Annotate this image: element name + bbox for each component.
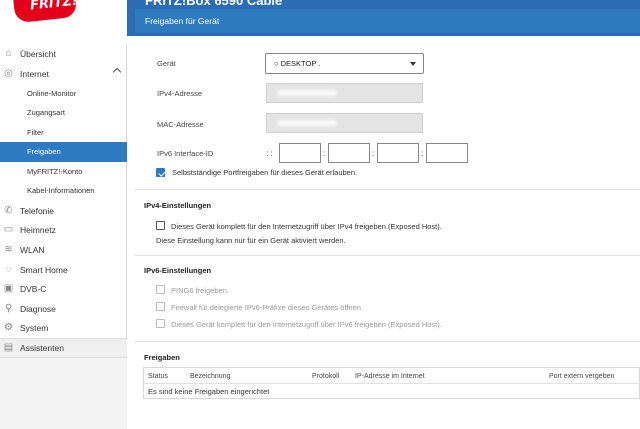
chevron-up-icon: [112, 67, 122, 77]
mac-label: MAC-Adresse: [157, 120, 204, 129]
freigaben-section-title: Freigaben: [144, 353, 180, 362]
sidebar-item-label: Telefonie: [20, 205, 55, 216]
sidebar-item-label: WLAN: [20, 244, 45, 255]
device-select[interactable]: ○ DESKTOP .: [265, 53, 424, 74]
ipv4-exposed-host-checkbox[interactable]: [156, 221, 165, 230]
sidebar-item-label: Internet: [20, 68, 49, 79]
col-header-port-extern: Port extern vergeben: [549, 373, 615, 380]
ipv4-exposed-host-label: Dieses Gerät komplett für den Internetzu…: [171, 222, 442, 231]
redacted-value: [277, 90, 337, 96]
ipv6-colon: :: [372, 149, 375, 158]
diagnose-icon: ⚲: [4, 303, 13, 315]
sidebar-item-freigaben[interactable]: Freigaben: [0, 142, 127, 162]
sidebar-item-dvb-c[interactable]: ▣ DVB-C: [0, 279, 127, 299]
sidebar-item-label: System: [20, 322, 49, 333]
ipv4-label: IPv4-Adresse: [157, 89, 203, 98]
ipv6-id-field-1[interactable]: [279, 143, 321, 163]
ipv6-exposed-host-checkbox[interactable]: [156, 319, 165, 328]
page-title: Freigaben für Gerät: [145, 16, 220, 26]
sidebar-item-myfritz-konto[interactable]: MyFRITZ!-Konto: [0, 162, 127, 182]
dropdown-arrow-icon: [410, 62, 416, 66]
redacted-value: [277, 120, 337, 126]
sidebar-item-internet[interactable]: ◎ Internet: [0, 64, 127, 84]
sidebar-item-label: Freigaben: [27, 147, 61, 157]
sidebar-item-diagnose[interactable]: ⚲ Diagnose: [0, 299, 127, 319]
gear-icon: ⚙: [4, 322, 13, 334]
sidebar-item-zugangsart[interactable]: Zugangsart: [0, 103, 127, 123]
ipv6-id-field-4[interactable]: [426, 143, 468, 163]
sidebar-footer: [0, 358, 127, 429]
ipv6-id-field-3[interactable]: [377, 143, 419, 163]
tv-icon: ▣: [3, 283, 14, 295]
logo-area: FRITZ!: [0, 0, 127, 36]
ipv6-prefix: : :: [266, 149, 273, 158]
sidebar-item-wlan[interactable]: ≋ WLAN: [0, 240, 127, 260]
mac-field: [266, 113, 423, 133]
ipv4-section-title: IPv4-Einstellungen: [144, 201, 212, 210]
empty-table-message: Es sind keine Freigaben eingerichtet: [148, 387, 270, 396]
sidebar-item-label: DVB-C: [20, 283, 47, 294]
network-icon: ▭: [3, 224, 14, 236]
sidebar-item-telefonie[interactable]: ✆ Telefonie: [0, 201, 127, 221]
sidebar-item-label: Kabel-Informationen: [27, 186, 95, 196]
sidebar-item-online-monitor[interactable]: Online-Monitor: [0, 84, 127, 104]
sidebar-item-label: Smart Home: [20, 264, 68, 275]
ipv6-colon: :: [421, 149, 424, 158]
divider: [135, 341, 640, 342]
ipv4-field: [266, 83, 423, 103]
ipv6-colon: :: [323, 149, 326, 158]
sidebar-item-kabel-informationen[interactable]: Kabel-Informationen: [0, 181, 127, 201]
sidebar-item-filter[interactable]: Filter: [0, 123, 127, 143]
col-header-bezeichnung: Bezeichnung: [190, 373, 231, 380]
sidebar-item-system[interactable]: ⚙ System: [0, 318, 127, 338]
phone-icon: ✆: [4, 205, 13, 217]
sidebar-item-assistenten[interactable]: ▤ Assistenten: [0, 338, 127, 358]
col-header-ip-adresse: IP-Adresse im Internet: [355, 373, 425, 380]
ping6-checkbox[interactable]: [156, 285, 165, 294]
sidebar-item-label: Zugangsart: [27, 108, 65, 118]
sidebar-item-label: Diagnose: [20, 303, 56, 314]
ipv4-exposed-host-note: Diese Einstellung kann nur für ein Gerät…: [156, 236, 346, 245]
ping6-label: PING6 freigeben.: [171, 286, 229, 295]
wifi-icon: ≋: [4, 244, 13, 256]
sidebar-item-label: Filter: [27, 128, 44, 138]
divider: [135, 255, 640, 256]
col-header-protokoll: Protokoll: [312, 373, 340, 380]
ipv6-id-label: IPv6 Interface-ID: [157, 149, 214, 158]
device-select-value: ○ DESKTOP .: [274, 59, 321, 68]
smarthome-icon: ◌: [5, 264, 12, 276]
ipv6-id-field-2[interactable]: [328, 143, 370, 163]
sidebar-item-label: MyFRITZ!-Konto: [27, 167, 83, 177]
assistant-icon: ▤: [3, 342, 14, 354]
ipv6-firewall-checkbox[interactable]: [156, 302, 165, 311]
sidebar-item-uebersicht[interactable]: ⌂ Übersicht: [0, 44, 127, 64]
divider: [135, 189, 640, 190]
product-title: FRITZ!Box 6590 Cable: [145, 0, 283, 8]
sidebar-item-smart-home[interactable]: ◌ Smart Home: [0, 260, 127, 280]
sidebar-item-label: Online-Monitor: [27, 89, 77, 99]
sidebar-item-label: Übersicht: [20, 48, 56, 59]
sidebar-item-heimnetz[interactable]: ▭ Heimnetz: [0, 220, 127, 240]
ipv6-section-title: IPv6-Einstellungen: [144, 266, 212, 275]
ipv6-exposed-host-label: Dieses Gerät komplett für den Internetzu…: [171, 320, 442, 329]
ipv6-firewall-label: Firewall für delegierte IPv6-Präfixe die…: [171, 303, 364, 312]
freigaben-table: Status Bezeichnung Protokoll IP-Adresse …: [143, 367, 640, 399]
table-row: Es sind keine Freigaben eingerichtet: [144, 383, 640, 399]
home-icon: ⌂: [5, 48, 12, 60]
device-label: Gerät: [157, 59, 176, 68]
col-header-status: Status: [148, 373, 168, 380]
self-portfw-label: Selbstständige Portfreigaben für dieses …: [172, 168, 358, 177]
sidebar-item-label: Heimnetz: [20, 224, 56, 235]
self-portfw-checkbox[interactable]: [156, 168, 165, 177]
sidebar-item-label: Assistenten: [20, 342, 64, 353]
globe-icon: ◎: [4, 68, 13, 80]
